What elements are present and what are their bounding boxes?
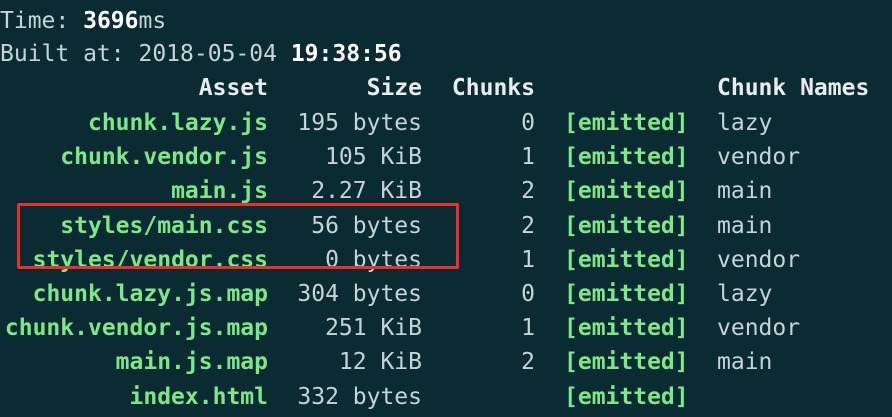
emitted-status: [emitted] — [564, 110, 689, 136]
asset-name: index.html — [129, 384, 268, 410]
chunk-name: lazy — [717, 281, 773, 307]
emitted-status: [emitted] — [564, 144, 689, 170]
header-chunk-names: Chunk Names — [717, 75, 870, 101]
asset-size: 332 bytes — [297, 384, 422, 410]
highlight-box — [17, 203, 459, 269]
chunk-name: main — [717, 349, 773, 375]
chunk-id: 1 — [521, 247, 535, 273]
built-at-line: Built at: 2018-05-04 19:38:56 — [0, 37, 402, 71]
emitted-status: [emitted] — [564, 315, 689, 341]
chunk-id: 0 — [521, 281, 535, 307]
chunk-id: 2 — [521, 213, 535, 239]
built-time: 19:38:56 — [290, 41, 402, 67]
asset-size: 304 bytes — [297, 281, 422, 307]
asset-size: 105 KiB — [325, 144, 422, 170]
chunk-name: vendor — [717, 247, 801, 273]
chunk-name: lazy — [717, 110, 773, 136]
chunk-id: 2 — [521, 349, 535, 375]
chunk-id: 2 — [521, 178, 535, 204]
time-unit: ms — [138, 8, 167, 34]
asset-name: chunk.vendor.js.map — [4, 315, 268, 341]
asset-size: 251 KiB — [325, 315, 422, 341]
emitted-status: [emitted] — [564, 281, 689, 307]
chunk-id: 1 — [521, 315, 535, 341]
emitted-status: [emitted] — [564, 213, 689, 239]
emitted-status: [emitted] — [564, 247, 689, 273]
emitted-status: [emitted] — [564, 178, 689, 204]
asset-name: chunk.lazy.js.map — [32, 281, 268, 307]
chunk-name: vendor — [717, 144, 801, 170]
chunk-name: main — [717, 178, 773, 204]
asset-size: 195 bytes — [297, 110, 422, 136]
chunk-name: main — [717, 213, 773, 239]
asset-name: chunk.vendor.js — [60, 144, 268, 170]
asset-name: chunk.lazy.js — [87, 110, 268, 136]
built-date: 2018-05-04 — [138, 41, 277, 67]
chunk-id: 0 — [521, 110, 535, 136]
time-label: Time: — [0, 8, 84, 34]
header-chunks: Chunks — [451, 75, 535, 101]
time-line: Time: 3696ms — [0, 4, 166, 38]
header-asset: Asset — [198, 75, 268, 101]
emitted-status: [emitted] — [564, 349, 689, 375]
time-value: 3696 — [83, 8, 139, 34]
asset-size: 12 KiB — [338, 349, 422, 375]
built-label: Built at: — [0, 41, 139, 67]
header-size: Size — [366, 75, 422, 101]
emitted-status: [emitted] — [564, 384, 689, 410]
asset-name: main.js.map — [115, 349, 268, 375]
chunk-id: 1 — [521, 144, 535, 170]
terminal-output: Time: 3696ms Built at: 2018-05-04 19:38:… — [0, 0, 892, 417]
chunk-name: vendor — [717, 315, 801, 341]
